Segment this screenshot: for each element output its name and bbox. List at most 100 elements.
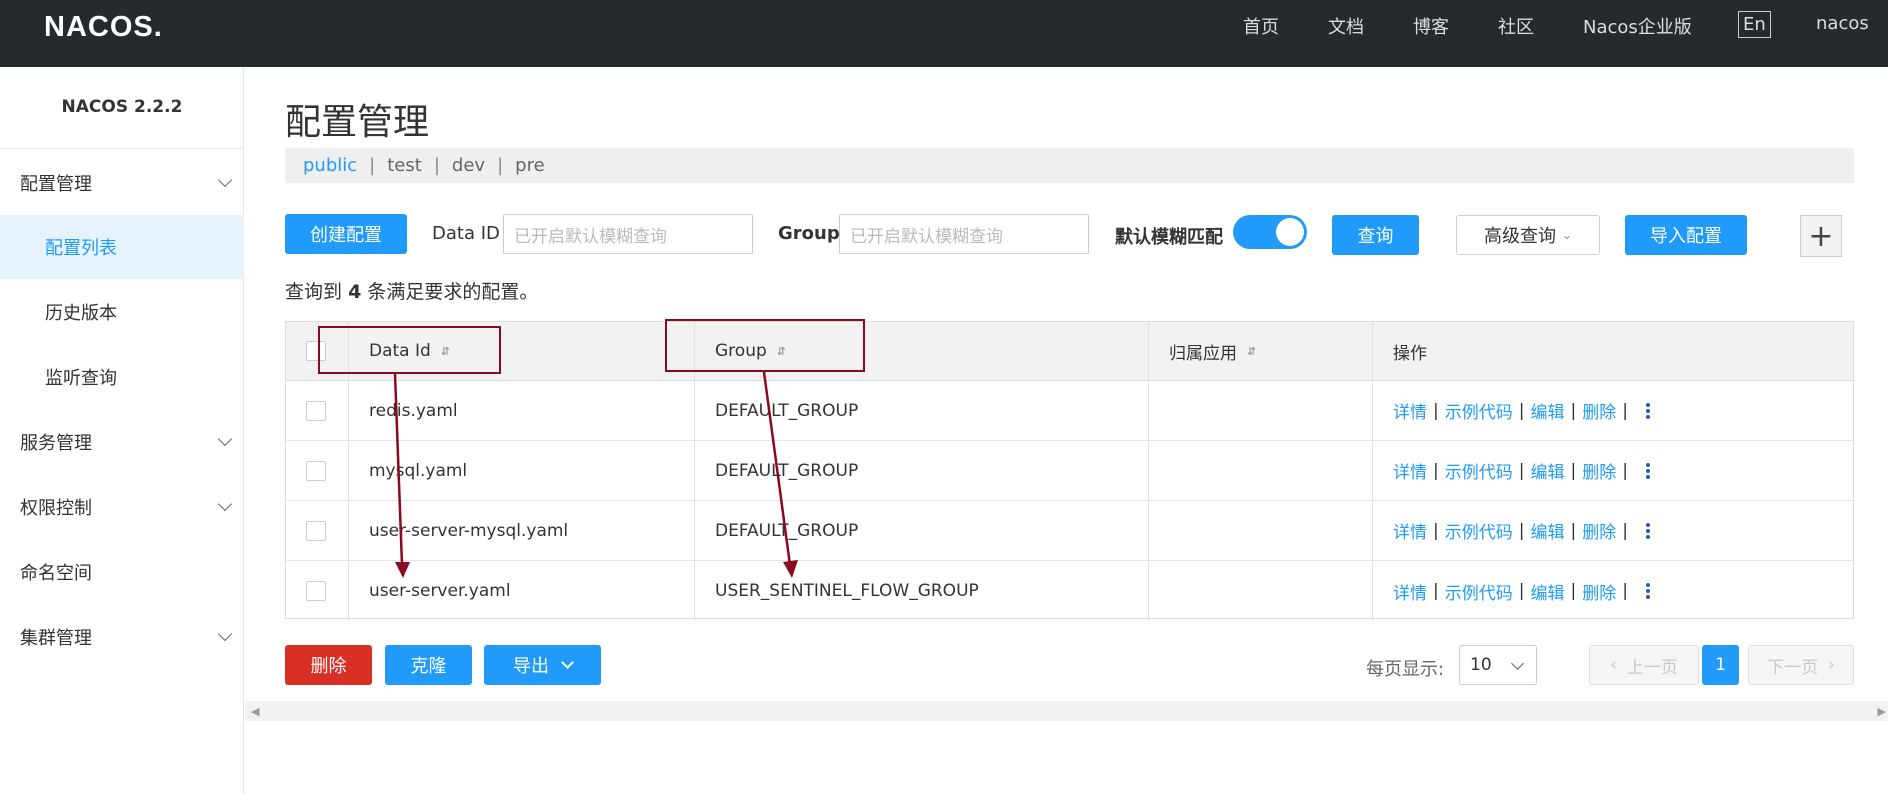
- import-config-button[interactable]: 导入配置: [1625, 215, 1747, 255]
- namespace-separator: |: [369, 155, 376, 176]
- namespace-separator: |: [433, 155, 440, 176]
- scroll-left-icon[interactable]: ◀: [251, 705, 259, 718]
- edit-link[interactable]: 编辑: [1530, 398, 1564, 423]
- dataid-label: Data ID: [432, 223, 500, 244]
- sample-code-link[interactable]: 示例代码: [1445, 458, 1513, 483]
- result-count: 4: [348, 281, 362, 303]
- fuzzy-match-label: 默认模糊匹配: [1115, 227, 1223, 248]
- chevron-down-icon: [217, 172, 233, 188]
- export-button[interactable]: 导出: [484, 645, 601, 685]
- row-checkbox[interactable]: [306, 520, 326, 541]
- scroll-right-icon[interactable]: ▶: [1878, 705, 1886, 718]
- delete-link[interactable]: 删除: [1582, 458, 1616, 483]
- create-config-button[interactable]: 创建配置: [285, 214, 407, 254]
- sort-icon[interactable]: ⇵: [1247, 345, 1256, 358]
- namespace-public[interactable]: public: [303, 155, 357, 176]
- clone-button[interactable]: 克隆: [385, 645, 472, 685]
- more-icon[interactable]: [1645, 402, 1650, 419]
- query-button[interactable]: 查询: [1332, 215, 1419, 255]
- advanced-query-label: 高级查询: [1483, 226, 1556, 247]
- cell-operations: 详情 | 示例代码 | 编辑 | 删除 |: [1393, 381, 1650, 440]
- chevron-down-icon: [217, 626, 233, 642]
- dataid-input[interactable]: 已开启默认模糊查询: [503, 214, 753, 254]
- nav-community[interactable]: 社区: [1498, 13, 1534, 39]
- nacos-logo[interactable]: NACOS.: [44, 11, 163, 44]
- header-app[interactable]: 归属应用 ⇵: [1169, 322, 1256, 380]
- export-label: 导出: [513, 656, 549, 677]
- nav-home[interactable]: 首页: [1243, 13, 1279, 39]
- horizontal-scrollbar[interactable]: ◀ ▶: [245, 701, 1888, 721]
- table-row: user-server.yaml USER_SENTINEL_FLOW_GROU…: [286, 561, 1853, 621]
- table-row: redis.yaml DEFAULT_GROUP 详情 | 示例代码 | 编辑 | 删…: [286, 381, 1853, 441]
- delete-link[interactable]: 删除: [1582, 398, 1616, 423]
- fuzzy-match-toggle[interactable]: [1233, 215, 1307, 249]
- cell-operations: 详情 | 示例代码 | 编辑 | 删除 |: [1393, 501, 1650, 560]
- nav-blog[interactable]: 博客: [1413, 13, 1449, 39]
- chevron-right-icon: ›: [1828, 655, 1835, 675]
- sample-code-link[interactable]: 示例代码: [1445, 518, 1513, 543]
- detail-link[interactable]: 详情: [1393, 579, 1427, 604]
- namespace-dev[interactable]: dev: [452, 155, 485, 176]
- sidebar-item-label: 历史版本: [45, 303, 117, 324]
- sidebar-item-cluster-management[interactable]: 集群管理: [0, 605, 244, 669]
- cell-data-id: mysql.yaml: [369, 460, 468, 481]
- more-icon[interactable]: [1645, 462, 1650, 479]
- sidebar-item-history[interactable]: 历史版本: [0, 280, 244, 344]
- edit-link[interactable]: 编辑: [1530, 458, 1564, 483]
- chevron-down-icon: ⌄: [1561, 228, 1573, 242]
- sidebar-item-label: 权限控制: [20, 498, 92, 519]
- namespace-test[interactable]: test: [387, 155, 422, 176]
- sidebar-item-namespace[interactable]: 命名空间: [0, 540, 244, 604]
- table-row: user-server-mysql.yaml DEFAULT_GROUP 详情 |…: [286, 501, 1853, 561]
- annotation-box-group: [665, 319, 865, 372]
- chevron-left-icon: ‹: [1610, 655, 1617, 675]
- edit-link[interactable]: 编辑: [1530, 579, 1564, 604]
- sample-code-link[interactable]: 示例代码: [1445, 398, 1513, 423]
- detail-link[interactable]: 详情: [1393, 518, 1427, 543]
- delete-link[interactable]: 删除: [1582, 518, 1616, 543]
- page-number[interactable]: 1: [1702, 645, 1739, 685]
- chevron-down-icon: [217, 431, 233, 447]
- cell-data-id: redis.yaml: [369, 400, 458, 421]
- language-toggle[interactable]: En: [1738, 11, 1771, 38]
- group-input[interactable]: 已开启默认模糊查询: [839, 214, 1089, 254]
- next-page-button[interactable]: 下一页 ›: [1748, 645, 1854, 685]
- nav-enterprise[interactable]: Nacos企业版: [1583, 13, 1692, 39]
- per-page-value: 10: [1470, 655, 1492, 675]
- prev-page-button[interactable]: ‹ 上一页: [1589, 645, 1699, 685]
- chevron-down-icon: [1511, 657, 1524, 670]
- sidebar-item-config-management[interactable]: 配置管理: [0, 151, 244, 215]
- chevron-down-icon: [217, 496, 233, 512]
- per-page-select[interactable]: 10: [1459, 645, 1537, 685]
- detail-link[interactable]: 详情: [1393, 458, 1427, 483]
- result-summary: 查询到 4 条满足要求的配置。: [285, 277, 538, 304]
- per-page-label: 每页显示:: [1366, 659, 1445, 680]
- toggle-knob: [1276, 218, 1304, 246]
- sidebar-item-listener-query[interactable]: 监听查询: [0, 345, 244, 409]
- sidebar: NACOS 2.2.2 配置管理 配置列表 历史版本 监听查询 服务管理 权限控…: [0, 67, 244, 794]
- table-row: mysql.yaml DEFAULT_GROUP 详情 | 示例代码 | 编辑 | 删…: [286, 441, 1853, 501]
- more-icon[interactable]: [1645, 522, 1650, 539]
- sidebar-item-config-list[interactable]: 配置列表: [0, 215, 244, 279]
- advanced-query-button[interactable]: 高级查询 ⌄: [1456, 215, 1600, 255]
- delete-link[interactable]: 删除: [1582, 579, 1616, 604]
- row-checkbox[interactable]: [306, 400, 326, 421]
- nav-docs[interactable]: 文档: [1328, 13, 1364, 39]
- sidebar-item-access-control[interactable]: 权限控制: [0, 475, 244, 539]
- add-icon[interactable]: +: [1800, 215, 1842, 257]
- more-icon[interactable]: [1645, 583, 1650, 599]
- row-checkbox[interactable]: [306, 581, 326, 601]
- annotation-box-dataid: [318, 326, 501, 374]
- row-checkbox[interactable]: [306, 460, 326, 481]
- sidebar-divider: [0, 148, 244, 149]
- edit-link[interactable]: 编辑: [1530, 518, 1564, 543]
- user-menu[interactable]: nacos: [1816, 13, 1869, 34]
- cell-group: DEFAULT_GROUP: [715, 520, 859, 541]
- namespace-pre[interactable]: pre: [515, 155, 545, 176]
- cell-data-id: user-server-mysql.yaml: [369, 520, 569, 541]
- batch-delete-button[interactable]: 删除: [285, 645, 372, 685]
- config-table: Data Id ⇵ Group ⇵ 归属应用 ⇵ 操作 redis.yaml DEFA…: [285, 321, 1854, 621]
- sidebar-item-service-management[interactable]: 服务管理: [0, 410, 244, 474]
- sample-code-link[interactable]: 示例代码: [1445, 579, 1513, 604]
- detail-link[interactable]: 详情: [1393, 398, 1427, 423]
